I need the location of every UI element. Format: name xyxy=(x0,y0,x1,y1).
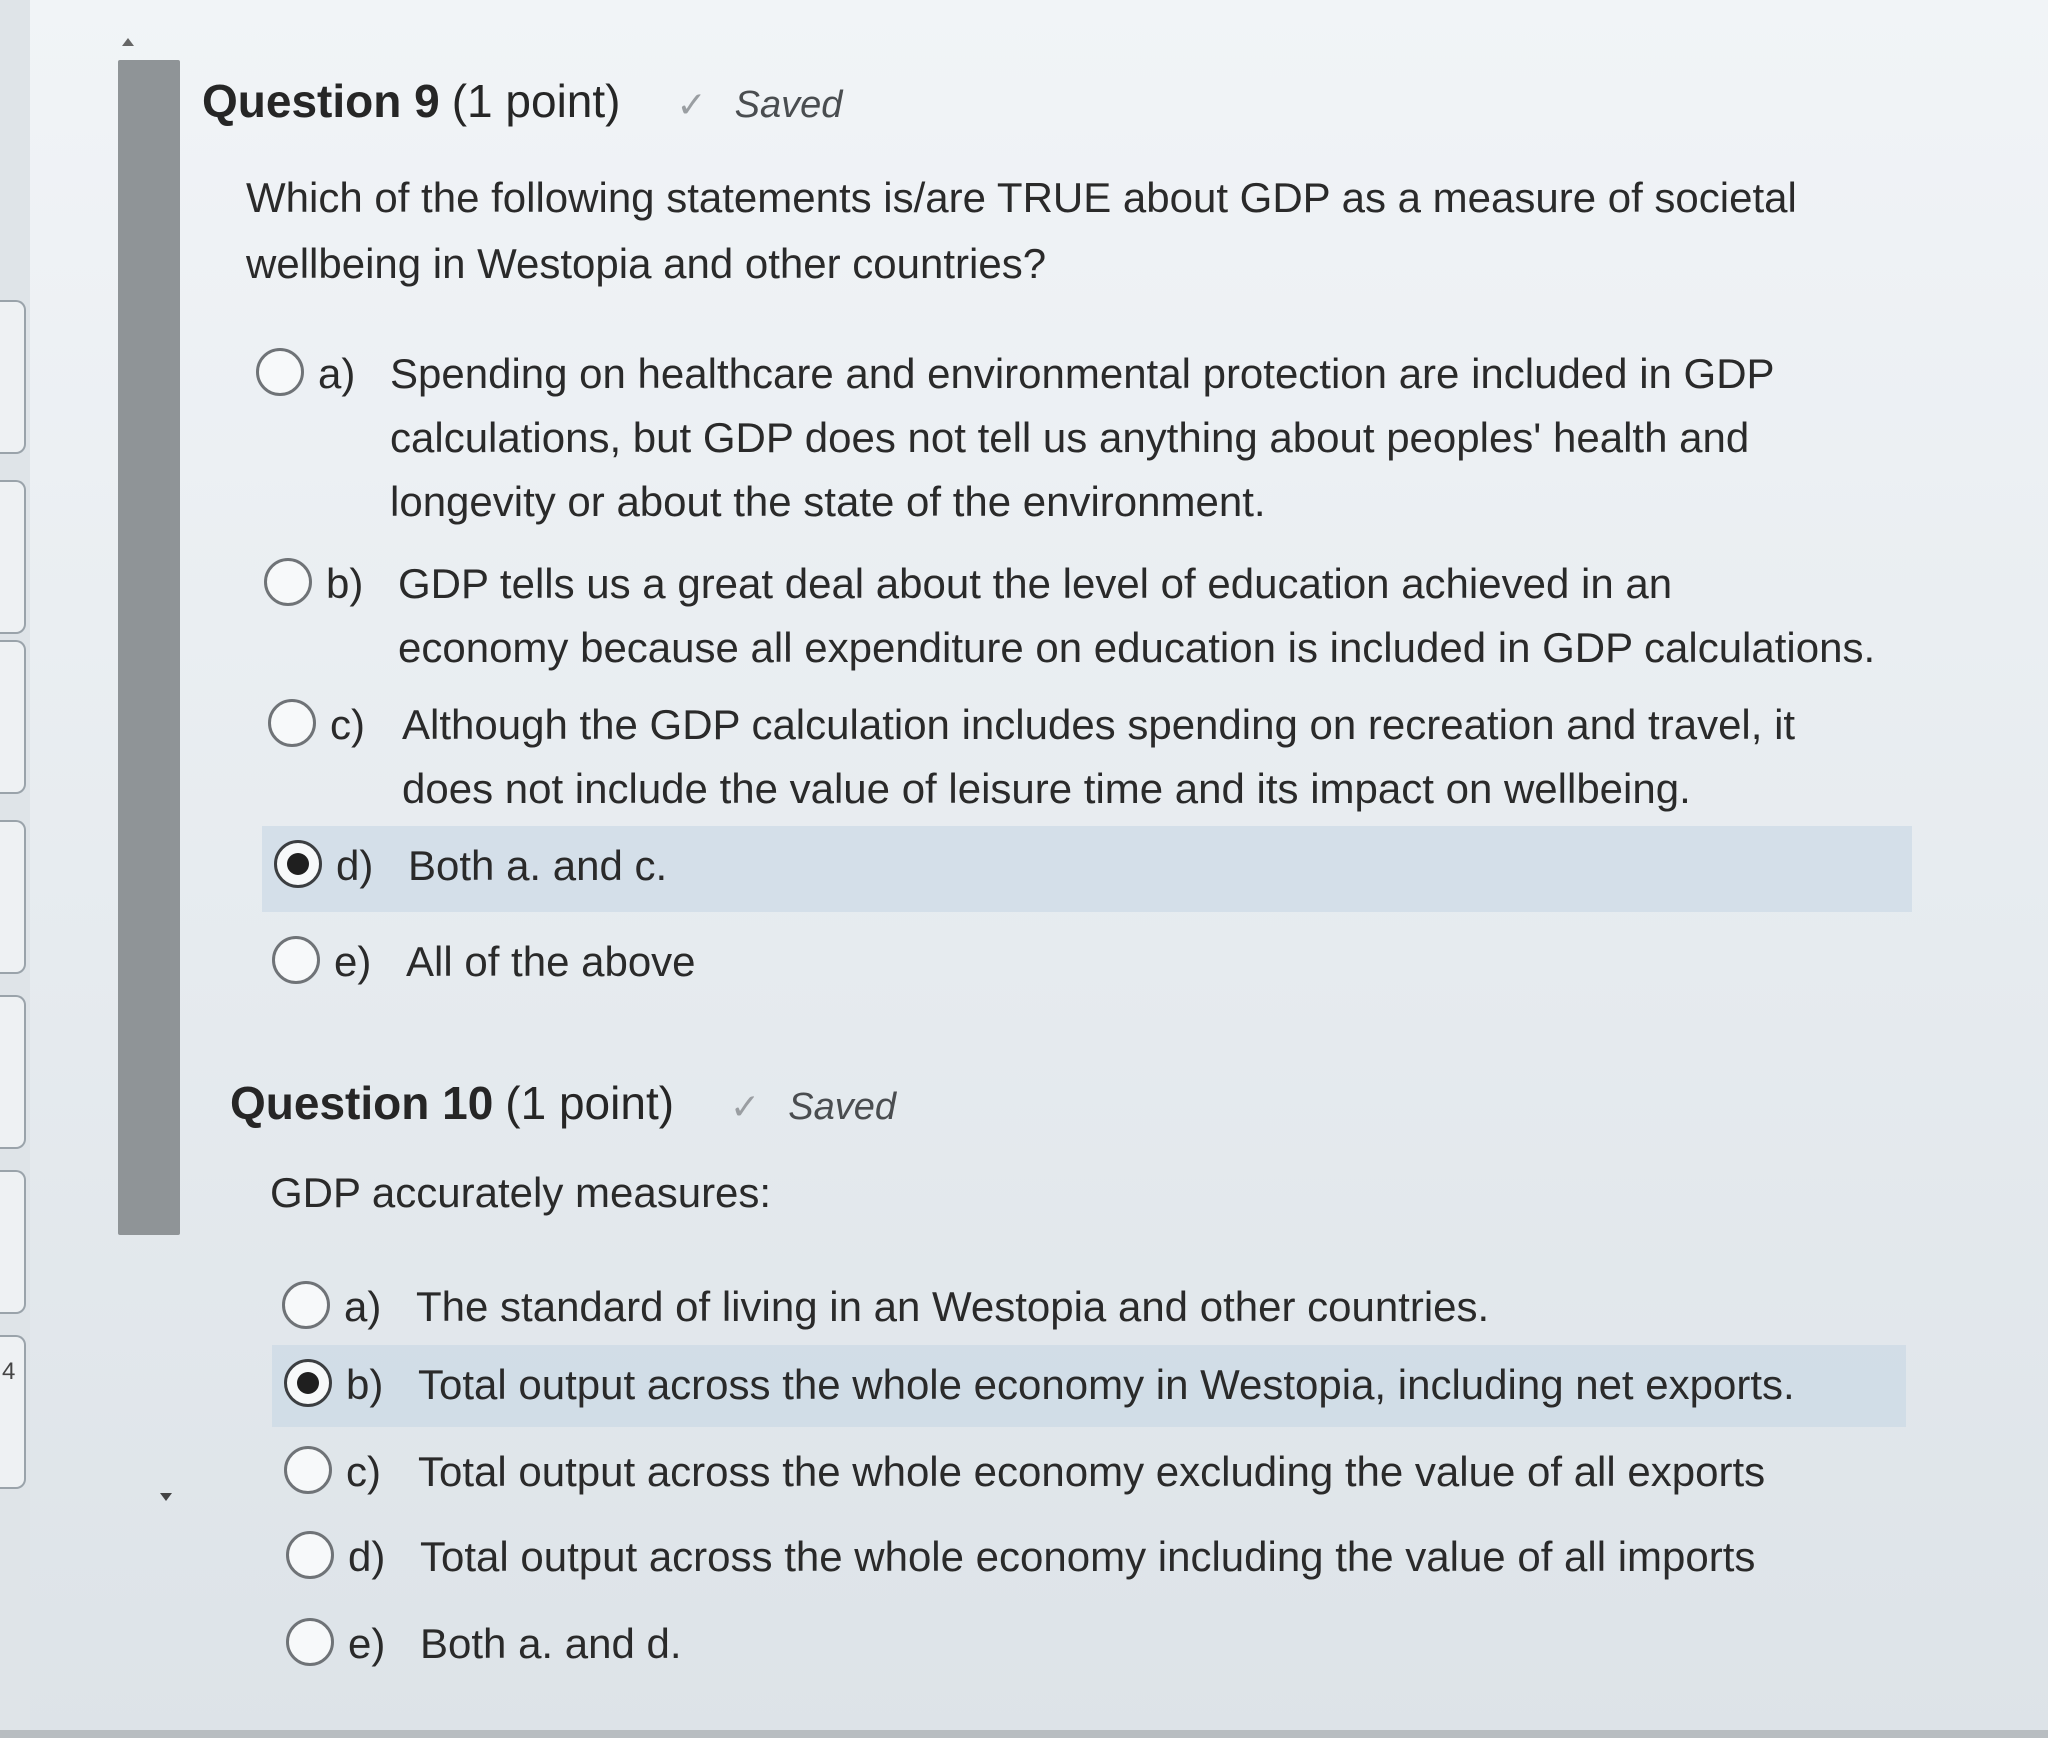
saved-label: Saved xyxy=(788,1085,896,1128)
left-panel-tab[interactable] xyxy=(0,995,26,1149)
option-letter: b) xyxy=(326,560,364,607)
answer-option-d[interactable]: d) Total output across the whole economy… xyxy=(286,1525,1755,1589)
left-panel-tab[interactable] xyxy=(0,640,26,794)
question-title: Question 10 xyxy=(230,1077,494,1129)
question-header: Question 10 (1 point) ✓ Saved xyxy=(230,1076,896,1130)
option-text-line: calculations, but GDP does not tell us a… xyxy=(390,414,1750,461)
saved-status: ✓ Saved xyxy=(676,84,842,127)
option-text: Spending on healthcare and environmental… xyxy=(390,342,1775,534)
option-letter: e) xyxy=(334,938,372,985)
question-10: Question 10 (1 point) ✓ Saved xyxy=(230,1076,896,1130)
option-text-line: Both a. and c. xyxy=(408,842,668,889)
question-header: Question 9 (1 point) ✓ Saved xyxy=(202,74,842,128)
left-panel-tab[interactable] xyxy=(0,1170,26,1314)
answer-option-b[interactable]: b) Total output across the whole economy… xyxy=(272,1345,1906,1427)
scrollbar-thumb[interactable] xyxy=(118,60,180,1235)
option-text-line: Both a. and d. xyxy=(420,1620,682,1667)
scroll-up-arrow-icon[interactable] xyxy=(122,38,134,46)
option-text-line: The standard of living in an Westopia an… xyxy=(416,1283,1490,1330)
screen-bottom-edge xyxy=(0,1730,2048,1738)
question-9: Question 9 (1 point) ✓ Saved xyxy=(202,74,842,128)
left-panel-edge: 4 xyxy=(0,0,30,1738)
option-text-line: economy because all expenditure on educa… xyxy=(398,624,1876,671)
left-panel-tab[interactable] xyxy=(0,820,26,974)
quiz-screen: 4 Question 9 (1 point) ✓ Saved Which of … xyxy=(0,0,2048,1738)
option-letter: d) xyxy=(348,1533,386,1580)
option-text: GDP tells us a great deal about the leve… xyxy=(398,552,1875,680)
saved-status: ✓ Saved xyxy=(730,1086,896,1129)
option-text-line: All of the above xyxy=(406,938,696,985)
option-letter: c) xyxy=(330,701,365,748)
option-text-line: Spending on healthcare and environmental… xyxy=(390,350,1775,397)
prompt-line: wellbeing in Westopia and other countrie… xyxy=(246,240,1047,287)
radio-button-icon[interactable] xyxy=(286,1531,334,1579)
saved-label: Saved xyxy=(734,83,843,126)
option-text: Both a. and d. xyxy=(420,1612,682,1676)
option-text-line: Total output across the whole economy in… xyxy=(418,1361,1795,1408)
option-text-line: longevity or about the state of the envi… xyxy=(390,478,1266,525)
option-text-line: Total output across the whole economy ex… xyxy=(418,1448,1766,1495)
option-text: Total output across the whole economy in… xyxy=(420,1525,1755,1589)
scroll-down-arrow-icon[interactable] xyxy=(160,1493,172,1501)
answer-option-e[interactable]: e) Both a. and d. xyxy=(286,1612,682,1676)
answer-option-a[interactable]: a) Spending on healthcare and environmen… xyxy=(256,342,1775,534)
answer-option-c[interactable]: c) Total output across the whole economy… xyxy=(284,1440,1765,1504)
question-points: (1 point) xyxy=(505,1077,675,1129)
option-text: Total output across the whole economy ex… xyxy=(418,1440,1765,1504)
question-title: Question 9 xyxy=(202,75,440,127)
option-text-line: does not include the value of leisure ti… xyxy=(402,765,1691,812)
radio-button-icon[interactable] xyxy=(282,1281,330,1329)
prompt-line: GDP accurately measures: xyxy=(270,1169,772,1216)
radio-button-icon[interactable] xyxy=(264,558,312,606)
radio-button-icon[interactable] xyxy=(256,348,304,396)
answer-option-c[interactable]: c) Although the GDP calculation includes… xyxy=(268,693,1795,821)
option-letter: a) xyxy=(344,1283,382,1330)
answer-option-e[interactable]: e) All of the above xyxy=(272,930,696,994)
option-text: All of the above xyxy=(406,930,696,994)
option-letter: c) xyxy=(346,1448,381,1495)
radio-button-icon[interactable] xyxy=(268,699,316,747)
question-prompt: GDP accurately measures: xyxy=(270,1160,771,1226)
option-text: Total output across the whole economy in… xyxy=(418,1353,1795,1417)
left-panel-marker: 4 xyxy=(2,1358,16,1385)
question-points: (1 point) xyxy=(451,75,621,127)
option-letter: b) xyxy=(346,1361,384,1408)
question-prompt: Which of the following statements is/are… xyxy=(246,165,1797,297)
answer-option-d[interactable]: d) Both a. and c. xyxy=(262,826,1912,912)
check-icon: ✓ xyxy=(730,1086,761,1127)
option-text-line: Total output across the whole economy in… xyxy=(420,1533,1756,1580)
left-panel-tab[interactable] xyxy=(0,300,26,454)
radio-button-icon[interactable] xyxy=(286,1618,334,1666)
option-letter: a) xyxy=(318,350,356,397)
option-text-line: GDP tells us a great deal about the leve… xyxy=(398,560,1673,607)
answer-option-a[interactable]: a) The standard of living in an Westopia… xyxy=(282,1275,1489,1339)
option-text: The standard of living in an Westopia an… xyxy=(416,1275,1489,1339)
radio-button-icon[interactable] xyxy=(274,840,322,888)
radio-button-icon[interactable] xyxy=(284,1359,332,1407)
option-text: Both a. and c. xyxy=(408,834,667,898)
option-letter: d) xyxy=(336,842,374,889)
option-letter: e) xyxy=(348,1620,386,1667)
option-text-line: Although the GDP calculation includes sp… xyxy=(402,701,1796,748)
option-text: Although the GDP calculation includes sp… xyxy=(402,693,1795,821)
check-icon: ✓ xyxy=(676,84,707,125)
left-panel-tab[interactable] xyxy=(0,480,26,634)
radio-button-icon[interactable] xyxy=(272,936,320,984)
answer-option-b[interactable]: b) GDP tells us a great deal about the l… xyxy=(264,552,1875,680)
radio-button-icon[interactable] xyxy=(284,1446,332,1494)
prompt-line: Which of the following statements is/are… xyxy=(246,174,1797,221)
